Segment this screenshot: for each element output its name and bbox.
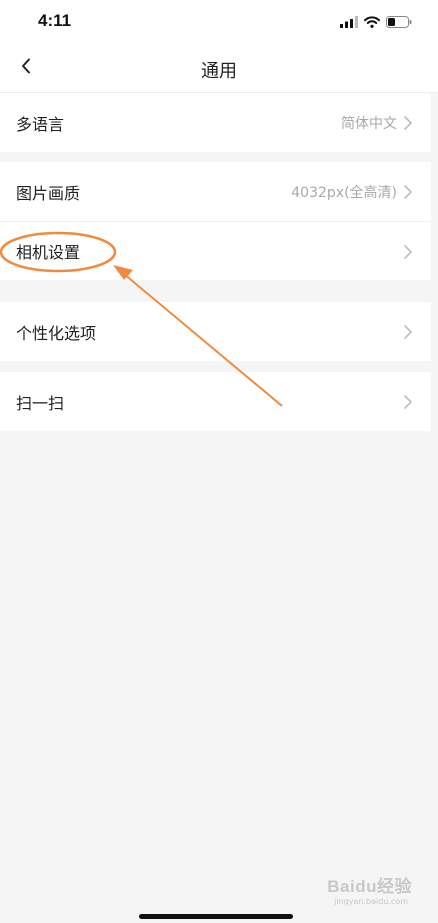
settings-row-language[interactable]: 多语言 简体中文 <box>0 93 431 152</box>
row-label: 多语言 <box>16 114 65 134</box>
status-icons <box>340 14 412 30</box>
settings-row-image-quality[interactable]: 图片画质 4032px(全高清) <box>0 162 431 221</box>
battery-icon <box>386 13 412 32</box>
settings-group-scan: 扫一扫 <box>0 372 431 431</box>
row-right: 简体中文 <box>341 93 413 152</box>
row-label: 相机设置 <box>16 243 81 262</box>
row-right: 4032px(全高清) <box>291 162 413 221</box>
status-time: 4:11 <box>38 11 72 30</box>
status-bar: 4:11 <box>0 0 438 44</box>
navigation-bar: 通用 <box>0 44 438 93</box>
chevron-right-icon <box>403 324 413 340</box>
row-label: 图片画质 <box>16 183 81 203</box>
settings-row-personalization[interactable]: 个性化选项 <box>0 302 431 361</box>
settings-group-image: 图片画质 4032px(全高清) 相机设置 <box>0 162 431 280</box>
settings-row-camera-settings[interactable]: 相机设置 <box>0 221 431 280</box>
row-label: 个性化选项 <box>16 323 97 343</box>
home-indicator[interactable] <box>139 914 293 919</box>
row-right <box>403 222 413 281</box>
chevron-right-icon <box>403 184 413 200</box>
row-value: 简体中文 <box>341 115 397 132</box>
row-value: 4032px(全高清) <box>291 184 397 201</box>
chevron-right-icon <box>403 394 413 410</box>
wifi-icon <box>364 13 380 32</box>
watermark: Baidu经验 <box>327 877 412 896</box>
settings-group-personalization: 个性化选项 <box>0 302 431 361</box>
cellular-signal-icon <box>340 13 358 32</box>
settings-row-scan[interactable]: 扫一扫 <box>0 372 431 431</box>
row-right <box>403 302 413 361</box>
row-right <box>403 372 413 431</box>
watermark-url: jingyan.baidu.com <box>334 897 408 906</box>
chevron-right-icon <box>403 244 413 260</box>
settings-group-language: 多语言 简体中文 <box>0 93 431 152</box>
row-label: 扫一扫 <box>16 393 65 413</box>
page-title: 通用 <box>201 61 237 82</box>
chevron-right-icon <box>403 115 413 131</box>
